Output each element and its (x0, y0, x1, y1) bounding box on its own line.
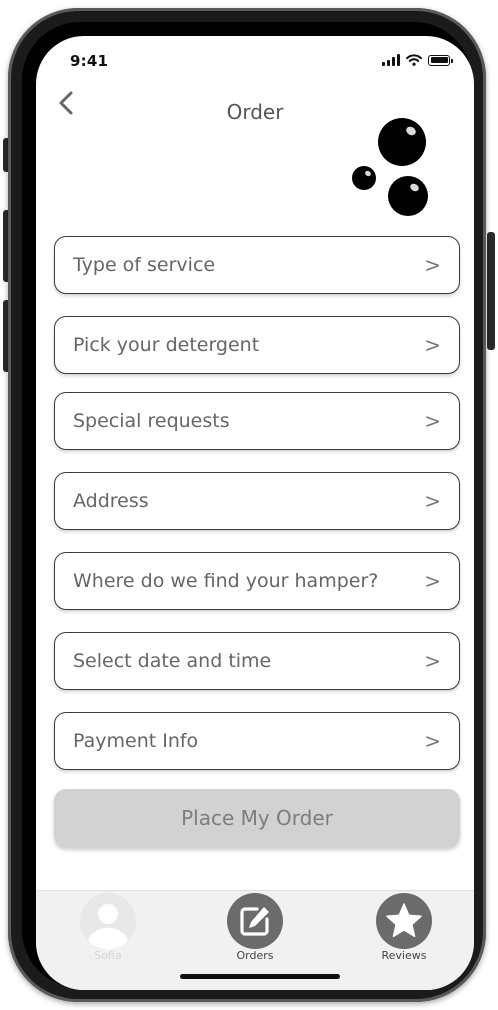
star-icon (376, 893, 432, 949)
tab-orders-label: Orders (236, 949, 274, 962)
menu-item-type-of-service[interactable]: Type of service > (54, 236, 460, 294)
menu-item-label: Address (73, 490, 149, 512)
menu-item-label: Payment Info (73, 730, 199, 752)
menu-item-hamper-location[interactable]: Where do we find your hamper? > (54, 552, 460, 610)
bubble-large (378, 118, 426, 166)
bubble-small (352, 166, 376, 190)
battery-icon (428, 54, 453, 66)
chevron-right-icon: > (424, 253, 441, 277)
chevron-right-icon: > (424, 409, 441, 433)
menu-item-label: Select date and time (73, 650, 272, 672)
chevron-right-icon: > (424, 729, 441, 753)
menu-item-date-time[interactable]: Select date and time > (54, 632, 460, 690)
tab-profile[interactable]: Sofia (63, 893, 153, 962)
menu-item-label: Where do we find your hamper? (73, 570, 379, 592)
tab-profile-label: Sofia (94, 949, 122, 962)
menu-item-label: Pick your detergent (73, 334, 260, 356)
menu-item-label: Type of service (73, 254, 216, 276)
phone-power-button (487, 232, 495, 350)
place-order-button[interactable]: Place My Order (54, 789, 460, 847)
chevron-right-icon: > (424, 333, 441, 357)
cellular-signal-icon (382, 54, 400, 66)
menu-item-special-requests[interactable]: Special requests > (54, 392, 460, 450)
user-avatar-icon (80, 893, 136, 949)
bubble-medium (388, 176, 428, 216)
tab-reviews-label: Reviews (381, 949, 427, 962)
chevron-right-icon: > (424, 649, 441, 673)
chevron-right-icon: > (424, 569, 441, 593)
status-icons (382, 54, 453, 66)
menu-item-pick-detergent[interactable]: Pick your detergent > (54, 316, 460, 374)
edit-icon (227, 893, 283, 949)
phone-screen: 9:41 Order Type of service > Pick your d… (36, 36, 474, 990)
chevron-right-icon: > (424, 489, 441, 513)
tab-orders[interactable]: Orders (210, 893, 300, 962)
menu-item-label: Special requests (73, 410, 230, 432)
menu-item-payment-info[interactable]: Payment Info > (54, 712, 460, 770)
home-indicator[interactable] (180, 974, 340, 979)
bubbles-logo (352, 118, 432, 216)
wifi-icon (406, 54, 422, 66)
status-time: 9:41 (70, 52, 109, 70)
phone-frame: 9:41 Order Type of service > Pick your d… (8, 8, 486, 1002)
tab-reviews[interactable]: Reviews (359, 893, 449, 962)
menu-item-address[interactable]: Address > (54, 472, 460, 530)
